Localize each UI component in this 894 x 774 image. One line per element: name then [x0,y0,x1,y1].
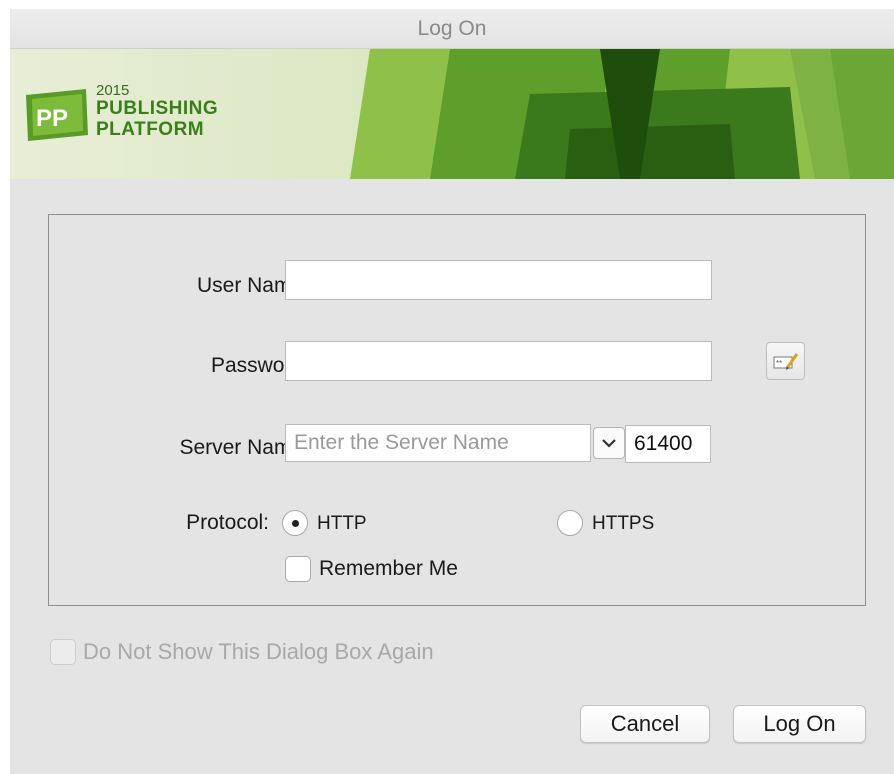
log-on-button[interactable]: Log On [733,705,866,743]
protocol-http-radio[interactable] [282,510,308,536]
branding-banner: PP 2015 PUBLISHING PLATFORM [10,49,894,179]
remember-me-label: Remember Me [319,557,458,580]
password-manager-icon: ** [773,353,799,370]
logo-title-line2: PLATFORM [96,119,205,140]
publishing-platform-logo-icon: PP [26,89,88,141]
logo-initials: PP [36,105,68,132]
server-name-input[interactable] [285,424,591,462]
username-label: User Name: [196,274,309,297]
window-title: Log On [10,9,894,49]
password-label: Password: [210,354,309,377]
log-on-dialog: Log On PP 2015 PUBLISHING PLATFORM User … [10,9,894,774]
login-fields-group: User Name: Password: ** Server Name: : P… [48,214,866,606]
protocol-https-label: HTTPS [592,513,655,534]
server-name-dropdown-button[interactable] [593,427,625,459]
cancel-button[interactable]: Cancel [580,705,710,743]
dont-show-again-label: Do Not Show This Dialog Box Again [83,639,434,664]
remember-me-checkbox[interactable] [285,556,311,582]
protocol-label: Protocol: [186,511,269,534]
chevron-down-icon [602,439,616,448]
username-input[interactable] [285,260,712,300]
logo-title-line1: PUBLISHING [96,98,219,119]
svg-text:**: ** [776,359,782,368]
password-input[interactable] [285,341,712,381]
server-name-label: Server Name: [179,436,309,459]
protocol-http-label: HTTP [317,513,367,534]
logo-year: 2015 [96,82,130,99]
protocol-https-radio[interactable] [557,510,583,536]
port-input[interactable] [625,425,711,463]
dont-show-again-checkbox[interactable] [50,639,76,665]
radio-selected-dot [292,520,299,527]
password-manager-button[interactable]: ** [766,342,805,380]
